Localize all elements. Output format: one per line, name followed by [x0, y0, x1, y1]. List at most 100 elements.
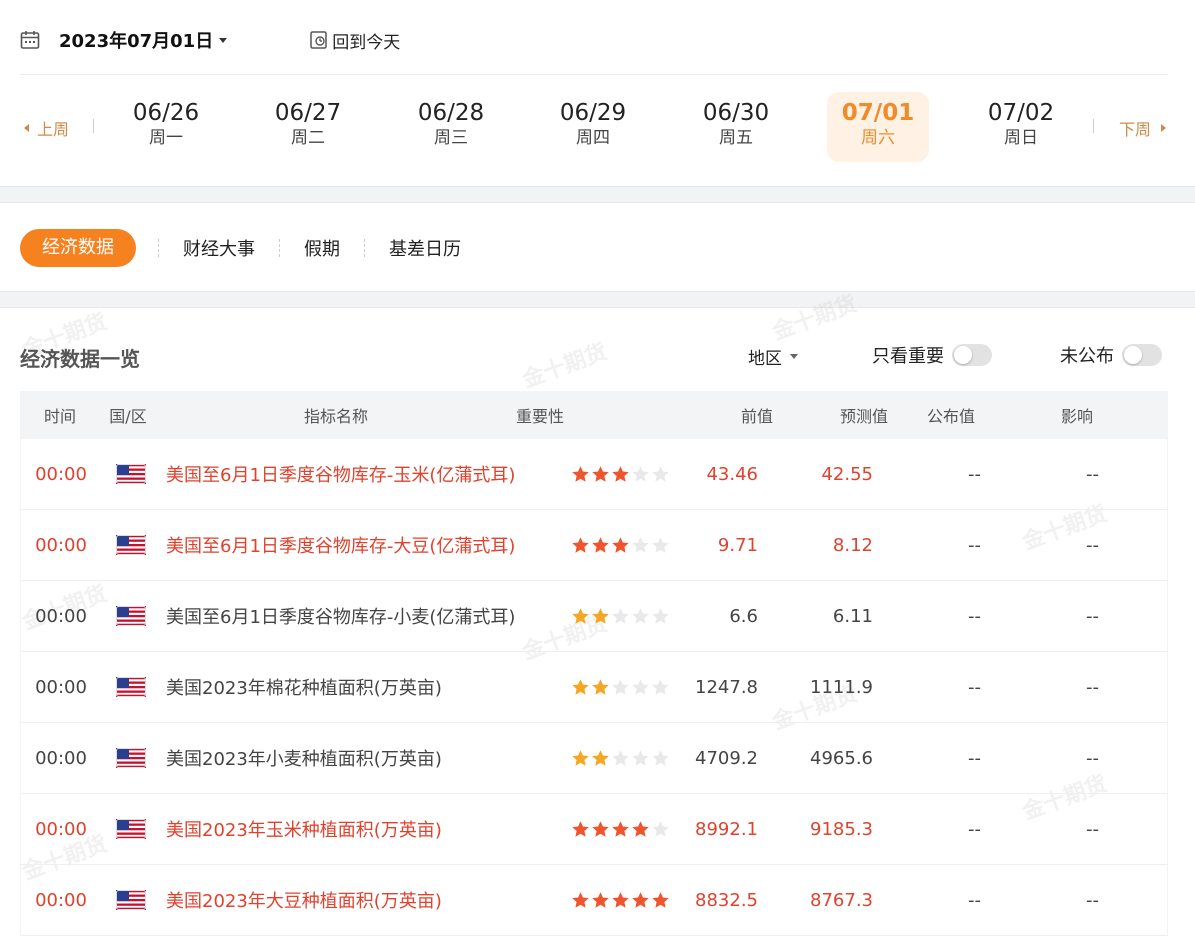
star-empty-icon — [652, 608, 669, 624]
table-row[interactable]: 00:00 美国2023年小麦种植面积(万英亩) 4709.2 4965.6 -… — [20, 723, 1168, 794]
row-indicator-name[interactable]: 美国2023年玉米种植面积(万英亩) — [161, 816, 571, 842]
star-filled-icon — [612, 466, 629, 482]
important-only-label: 只看重要 — [872, 346, 944, 367]
today-icon — [310, 31, 327, 49]
header-region: 国/区 — [109, 407, 147, 426]
table-row[interactable]: 00:00 美国2023年大豆种植面积(万英亩) 8832.5 8767.3 -… — [20, 865, 1168, 936]
row-effect: -- — [1086, 534, 1099, 556]
row-actual: -- — [968, 463, 981, 485]
back-to-today-button[interactable]: 回到今天 — [309, 28, 400, 53]
table-row[interactable]: 00:00 美国至6月1日季度谷物库存-小麦(亿蒲式耳) 6.6 6.11 --… — [20, 581, 1168, 652]
row-importance — [571, 820, 671, 838]
toggle-knob — [954, 346, 972, 364]
section-title: 经济数据一览 — [20, 347, 140, 371]
star-filled-icon — [632, 821, 649, 837]
day-date: 06/30 — [702, 100, 770, 126]
tab-basis-calendar[interactable]: 基差日历 — [389, 235, 461, 261]
row-effect: -- — [1086, 889, 1099, 911]
day-06-26[interactable]: 06/26 周一 — [115, 92, 217, 162]
row-country — [101, 464, 161, 484]
star-filled-icon — [632, 892, 649, 908]
row-actual: -- — [968, 534, 981, 556]
row-previous: 43.46 — [706, 463, 758, 485]
row-indicator-name[interactable]: 美国2023年大豆种植面积(万英亩) — [161, 887, 571, 913]
header-time: 时间 — [43, 407, 76, 426]
important-only-toggle[interactable] — [952, 344, 992, 366]
divider — [279, 239, 280, 257]
row-country — [101, 819, 161, 839]
row-importance — [571, 536, 671, 554]
divider — [364, 239, 365, 257]
day-07-02[interactable]: 07/02 周日 — [970, 92, 1072, 162]
star-filled-icon — [612, 892, 629, 908]
star-empty-icon — [612, 608, 629, 624]
row-forecast: 42.55 — [821, 463, 873, 485]
row-time: 00:00 — [35, 534, 87, 556]
prev-week-button[interactable]: 上周 — [24, 116, 69, 140]
us-flag-icon — [116, 819, 146, 839]
back-to-today-label: 回到今天 — [332, 32, 401, 53]
day-07-01-selected[interactable]: 07/01 周六 — [827, 92, 929, 162]
tab-financial-events[interactable]: 财经大事 — [183, 235, 255, 261]
divider — [158, 239, 159, 257]
row-indicator-name[interactable]: 美国至6月1日季度谷物库存-小麦(亿蒲式耳) — [161, 603, 571, 629]
star-empty-icon — [652, 537, 669, 553]
row-country — [101, 535, 161, 555]
table-row[interactable]: 00:00 美国至6月1日季度谷物库存-大豆(亿蒲式耳) 9.71 8.12 -… — [20, 510, 1168, 581]
day-06-28[interactable]: 06/28 周三 — [400, 92, 502, 162]
row-indicator-name[interactable]: 美国2023年小麦种植面积(万英亩) — [161, 745, 571, 771]
row-indicator-name[interactable]: 美国至6月1日季度谷物库存-大豆(亿蒲式耳) — [161, 532, 571, 558]
us-flag-icon — [116, 606, 146, 626]
table-row[interactable]: 00:00 美国至6月1日季度谷物库存-玉米(亿蒲式耳) 43.46 42.55… — [20, 439, 1168, 510]
category-tabs: 经济数据 财经大事 假期 基差日历 — [20, 229, 461, 267]
table-header: 时间 国/区 指标名称 重要性 前值 预测值 公布值 影响 — [20, 391, 1168, 439]
day-06-27[interactable]: 06/27 周二 — [257, 92, 359, 162]
day-06-30[interactable]: 06/30 周五 — [685, 92, 787, 162]
row-importance — [571, 891, 671, 909]
row-indicator-name[interactable]: 美国2023年棉花种植面积(万英亩) — [161, 674, 571, 700]
row-time: 00:00 — [35, 747, 87, 769]
important-only-filter: 只看重要 — [872, 342, 992, 368]
day-weekday: 周一 — [149, 128, 183, 148]
day-06-29[interactable]: 06/29 周四 — [542, 92, 644, 162]
divider — [20, 74, 1168, 75]
row-previous: 6.6 — [729, 605, 758, 627]
star-empty-icon — [632, 537, 649, 553]
row-actual: -- — [968, 747, 981, 769]
row-country — [101, 677, 161, 697]
day-weekday: 周五 — [719, 128, 753, 148]
day-date: 06/29 — [559, 100, 627, 126]
calendar-icon[interactable] — [20, 30, 40, 50]
star-filled-icon — [592, 750, 609, 766]
row-importance — [571, 607, 671, 625]
row-previous: 8992.1 — [695, 818, 758, 840]
row-indicator-name[interactable]: 美国至6月1日季度谷物库存-玉米(亿蒲式耳) — [161, 461, 571, 487]
table-row[interactable]: 00:00 美国2023年玉米种植面积(万英亩) 8992.1 9185.3 -… — [20, 794, 1168, 865]
section-divider — [0, 186, 1195, 203]
star-filled-icon — [572, 466, 589, 482]
region-filter-dropdown[interactable]: 地区 — [748, 344, 798, 369]
unpublished-label: 未公布 — [1060, 346, 1114, 367]
chevron-down-icon — [219, 37, 228, 43]
unpublished-toggle[interactable] — [1122, 344, 1162, 366]
day-weekday: 周四 — [576, 128, 610, 148]
tab-holidays[interactable]: 假期 — [304, 235, 340, 261]
next-week-button[interactable]: 下周 — [1119, 116, 1166, 140]
row-forecast: 8767.3 — [810, 889, 873, 911]
table-body: 00:00 美国至6月1日季度谷物库存-玉米(亿蒲式耳) 43.46 42.55… — [20, 439, 1168, 936]
row-country — [101, 890, 161, 910]
table-row[interactable]: 00:00 美国2023年棉花种植面积(万英亩) 1247.8 1111.9 -… — [20, 652, 1168, 723]
toggle-knob — [1124, 346, 1142, 364]
us-flag-icon — [116, 464, 146, 484]
star-filled-icon — [572, 750, 589, 766]
star-empty-icon — [652, 750, 669, 766]
star-filled-icon — [572, 679, 589, 695]
header-importance: 重要性 — [516, 407, 565, 426]
day-weekday: 周六 — [861, 128, 895, 148]
date-picker[interactable]: 2023年07月01日 — [59, 27, 228, 53]
row-effect: -- — [1086, 463, 1099, 485]
row-importance — [571, 678, 671, 696]
header-forecast: 预测值 — [839, 407, 888, 426]
tab-economic-data[interactable]: 经济数据 — [20, 229, 136, 267]
row-previous: 1247.8 — [695, 676, 758, 698]
